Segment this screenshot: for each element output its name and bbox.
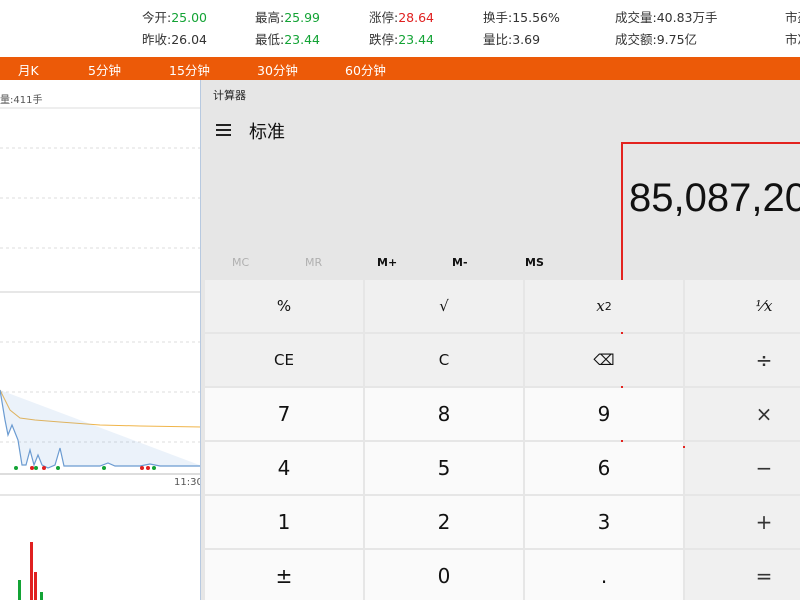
tab-monthly-k[interactable]: 月K xyxy=(18,60,39,79)
volume-bars xyxy=(18,542,43,600)
digit-6-button[interactable]: 6 xyxy=(525,442,683,494)
clear-button[interactable]: C xyxy=(365,334,523,386)
intraday-chart[interactable]: 量:411手 11:30 xyxy=(0,80,203,600)
memory-clear-button[interactable]: MC xyxy=(232,256,249,269)
square-button[interactable]: x2 xyxy=(525,280,683,332)
volume-label: 量:411手 xyxy=(0,95,43,106)
pb-ratio-label: 市净 xyxy=(785,32,800,47)
volume: 成交量:40.83万手 xyxy=(615,10,718,25)
digit-5-button[interactable]: 5 xyxy=(365,442,523,494)
clear-entry-button[interactable]: CE xyxy=(205,334,363,386)
high-price: 最高:25.99 xyxy=(255,10,321,25)
tab-15min[interactable]: 15分钟 xyxy=(169,60,210,79)
memory-store-button[interactable]: MS xyxy=(525,256,544,269)
stock-info-panel: 今开:25.00 最高:25.99 涨停:28.64 换手:15.56% 成交量… xyxy=(0,0,800,50)
digit-8-button[interactable]: 8 xyxy=(365,388,523,440)
calculator-window[interactable]: 计算器 标准 85,087,20 MC MR M+ M- MS % √ x2 ⅟… xyxy=(200,80,800,600)
digit-0-button[interactable]: 0 xyxy=(365,550,523,600)
memory-subtract-button[interactable]: M- xyxy=(452,256,468,269)
reciprocal-button[interactable]: ⅟x xyxy=(685,280,800,332)
volume-ratio: 量比:3.69 xyxy=(483,32,541,47)
digit-2-button[interactable]: 2 xyxy=(365,496,523,548)
window-title: 计算器 xyxy=(213,89,246,102)
time-axis-label: 11:30 xyxy=(174,477,203,488)
negate-button[interactable]: ± xyxy=(205,550,363,600)
multiply-button[interactable]: × xyxy=(685,388,800,440)
equals-button[interactable]: = xyxy=(685,550,800,600)
low-price: 最低:23.44 xyxy=(255,32,321,47)
turnover-rate: 换手:15.56% xyxy=(483,10,560,25)
tab-60min[interactable]: 60分钟 xyxy=(345,60,386,79)
period-tab-bar: 月K 5分钟 15分钟 30分钟 60分钟 xyxy=(0,57,800,80)
open-price: 今开:25.00 xyxy=(142,10,208,25)
pe-ratio-label: 市盈 xyxy=(785,10,800,25)
tab-30min[interactable]: 30分钟 xyxy=(257,60,298,79)
chart-canvas xyxy=(0,107,202,600)
memory-add-button[interactable]: M+ xyxy=(377,256,397,269)
digit-7-button[interactable]: 7 xyxy=(205,388,363,440)
add-button[interactable]: + xyxy=(685,496,800,548)
tab-5min[interactable]: 5分钟 xyxy=(88,60,121,79)
digit-4-button[interactable]: 4 xyxy=(205,442,363,494)
decimal-button[interactable]: . xyxy=(525,550,683,600)
calculator-mode: 标准 xyxy=(249,122,285,143)
sqrt-button[interactable]: √ xyxy=(365,280,523,332)
digit-3-button[interactable]: 3 xyxy=(525,496,683,548)
memory-recall-button[interactable]: MR xyxy=(305,256,322,269)
subtract-button[interactable]: − xyxy=(685,442,800,494)
percent-button[interactable]: % xyxy=(205,280,363,332)
backspace-icon[interactable]: ⌫ xyxy=(525,334,683,386)
digit-9-button[interactable]: 9 xyxy=(525,388,683,440)
price-line xyxy=(0,389,202,469)
prev-close: 昨收:26.04 xyxy=(142,32,208,47)
screen: 今开:25.00 最高:25.99 涨停:28.64 换手:15.56% 成交量… xyxy=(0,0,800,600)
digit-1-button[interactable]: 1 xyxy=(205,496,363,548)
limit-up-price: 涨停:28.64 xyxy=(369,10,435,25)
limit-down-price: 跌停:23.44 xyxy=(369,32,435,47)
turnover-amount: 成交额:9.75亿 xyxy=(615,32,698,47)
divide-button[interactable]: ÷ xyxy=(685,334,800,386)
menu-icon[interactable] xyxy=(216,124,231,136)
